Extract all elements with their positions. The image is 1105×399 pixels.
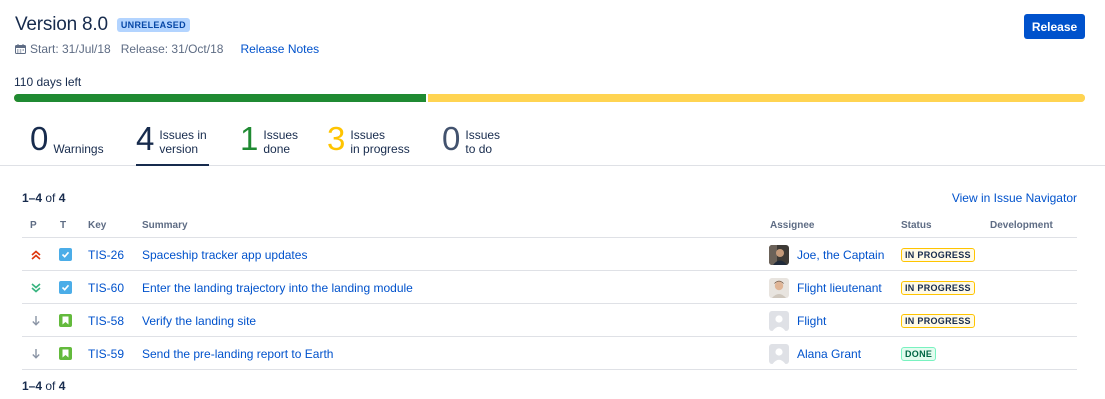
column-priority: P [30, 220, 37, 231]
avatar [769, 244, 789, 265]
assignee-link[interactable]: Flight [797, 314, 826, 328]
start-date: Start: 31/Jul/18 [30, 42, 111, 56]
warnings-label: Warnings [53, 142, 103, 156]
issues-in-progress-label: Issues in progress [350, 128, 409, 156]
avatar [769, 310, 789, 331]
release-button[interactable]: Release [1024, 14, 1085, 39]
issues-done-line1: Issues [263, 128, 299, 142]
count-total-bottom: 4 [58, 379, 66, 393]
issue-key-link[interactable]: TIS-59 [88, 347, 124, 361]
tab-issues-in-version[interactable]: 4 Issues in version [136, 120, 209, 166]
warnings-label-text: Warnings [53, 142, 104, 156]
table-body: TIS-26 Spaceship tracker app updates Joe… [22, 238, 1077, 370]
tab-issues-done[interactable]: 1 Issues done [240, 120, 298, 166]
avatar [769, 343, 789, 364]
status-cell: IN PROGRESS [901, 304, 975, 337]
avatar [769, 277, 789, 298]
issues-in-progress-line2: in progress [350, 142, 410, 156]
assignee: Alana Grant [769, 337, 861, 370]
issue-summary-link[interactable]: Spaceship tracker app updates [142, 248, 307, 262]
status-badge: UNRELEASED [116, 18, 190, 32]
column-type: T [60, 220, 67, 231]
assignee-link[interactable]: Flight lieutenant [797, 281, 882, 295]
issues-done-label: Issues done [263, 128, 298, 156]
issues-to-do-line1: Issues [465, 128, 501, 142]
version-dates: Start: 31/Jul/18 Release: 31/Oct/18 Rele… [15, 42, 319, 56]
column-development: Development [990, 220, 1053, 231]
count-total: 4 [58, 191, 66, 205]
count-of-bottom: of [45, 379, 56, 393]
table-row[interactable]: TIS-59 Send the pre-landing report to Ea… [22, 337, 1077, 370]
issue-summary-link[interactable]: Enter the landing trajectory into the la… [142, 281, 413, 295]
issue-stats-tabs: 0 Warnings 4 Issues in version 1 Issues … [0, 120, 1105, 166]
version-header: Version 8.0 UNRELEASED Start: 31/Jul/18 … [15, 14, 319, 56]
title-row: Version 8.0 UNRELEASED [15, 14, 319, 36]
assignee: Joe, the Captain [769, 238, 884, 271]
count-range-bottom: 1–4 [22, 379, 43, 393]
priority-low-icon [31, 304, 41, 337]
release-notes-link[interactable]: Release Notes [240, 42, 319, 56]
progress-done-segment [14, 94, 426, 102]
assignee-link[interactable]: Joe, the Captain [797, 248, 884, 262]
issue-key-link[interactable]: TIS-60 [88, 281, 124, 295]
issue-summary-link[interactable]: Verify the landing site [142, 314, 256, 328]
issue-type-task-icon [59, 271, 72, 304]
issue-count-top: 1–4 of 4 [22, 191, 65, 205]
count-of: of [45, 191, 56, 205]
issues-to-do-label: Issues to do [465, 128, 500, 156]
issues-in-progress-line1: Issues [350, 128, 386, 142]
tab-warnings[interactable]: 0 Warnings [30, 120, 104, 166]
status-lozenge: DONE [901, 346, 937, 361]
column-status: Status [901, 220, 932, 231]
issues-in-progress-count: 3 [327, 120, 346, 157]
calendar-icon [15, 44, 26, 54]
issues-in-version-line1: Issues in [159, 128, 207, 142]
status-lozenge: IN PROGRESS [901, 280, 975, 295]
column-summary: Summary [142, 220, 188, 231]
priority-lowest-icon [31, 271, 41, 304]
priority-highest-icon [31, 238, 41, 271]
release-date: Release: 31/Oct/18 [120, 42, 224, 56]
table-row[interactable]: TIS-58 Verify the landing site Flight IN… [22, 304, 1077, 337]
status-cell: DONE [901, 337, 937, 370]
table-header: P T Key Summary Assignee Status Developm… [22, 212, 1077, 238]
status-cell: IN PROGRESS [901, 238, 975, 271]
column-key: Key [88, 220, 107, 231]
page-title: Version 8.0 [15, 14, 108, 35]
tab-issues-to-do[interactable]: 0 Issues to do [442, 120, 500, 166]
status-lozenge: IN PROGRESS [901, 313, 975, 328]
days-left: 110 days left [14, 75, 82, 89]
count-range: 1–4 [22, 191, 43, 205]
issue-type-story-icon [59, 337, 72, 370]
priority-low-icon [31, 337, 41, 370]
tab-issues-in-progress[interactable]: 3 Issues in progress [327, 120, 410, 166]
issue-key-link[interactable]: TIS-26 [88, 248, 124, 262]
status-cell: IN PROGRESS [901, 271, 975, 304]
issues-in-version-line2: version [159, 142, 199, 156]
issues-to-do-count: 0 [442, 120, 461, 157]
progress-in-progress-segment [428, 94, 1085, 102]
issues-done-count: 1 [240, 120, 259, 157]
issue-count-bottom: 1–4 of 4 [22, 379, 65, 393]
issue-summary-link[interactable]: Send the pre-landing report to Earth [142, 347, 333, 361]
assignee: Flight [769, 304, 826, 337]
issues-table: P T Key Summary Assignee Status Developm… [22, 212, 1077, 370]
table-row[interactable]: TIS-26 Spaceship tracker app updates Joe… [22, 238, 1077, 271]
issues-to-do-line2: to do [465, 142, 493, 156]
issues-done-line2: done [263, 142, 291, 156]
table-row[interactable]: TIS-60 Enter the landing trajectory into… [22, 271, 1077, 304]
column-assignee: Assignee [770, 220, 815, 231]
view-in-issue-navigator-link[interactable]: View in Issue Navigator [952, 191, 1077, 205]
issue-key-link[interactable]: TIS-58 [88, 314, 124, 328]
assignee-link[interactable]: Alana Grant [797, 347, 861, 361]
version-progress-bar [14, 94, 1085, 102]
issues-in-version-count: 4 [136, 120, 155, 157]
issue-type-task-icon [59, 238, 72, 271]
status-lozenge: IN PROGRESS [901, 247, 975, 262]
assignee: Flight lieutenant [769, 271, 882, 304]
issues-in-version-label: Issues in version [159, 128, 206, 156]
warnings-count: 0 [30, 120, 49, 157]
issue-type-story-icon [59, 304, 72, 337]
